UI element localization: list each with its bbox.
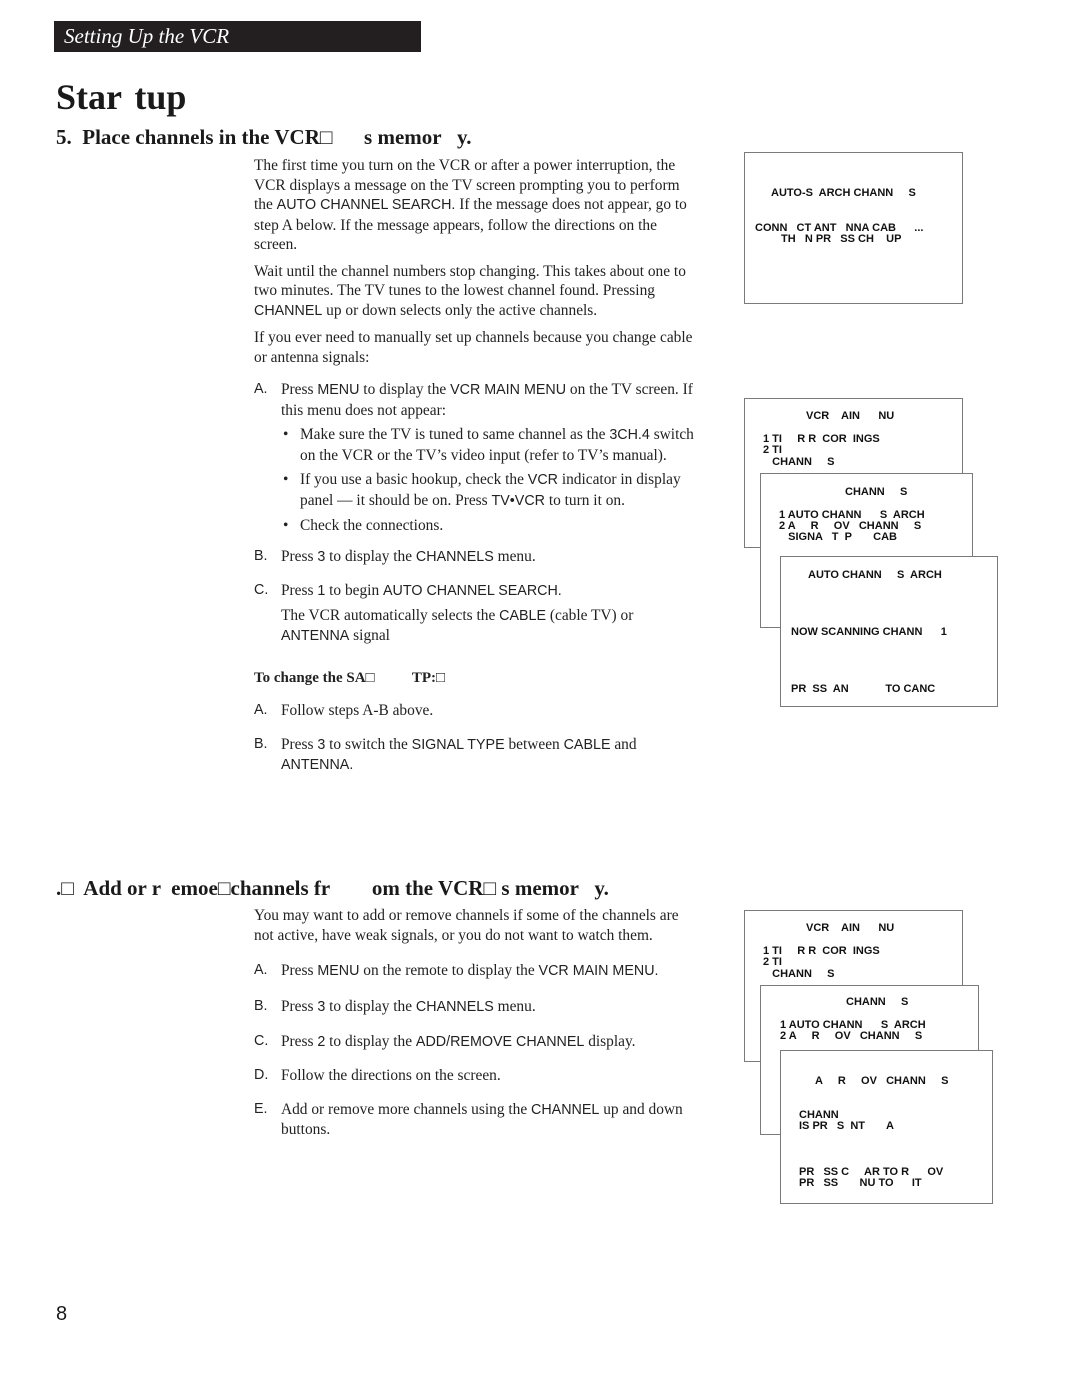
list-item: Make sure the TV is tuned to same channe…: [281, 425, 694, 465]
page-title: Star tup: [56, 77, 187, 117]
step6-heading: .□ Add or r emoe□channels fr om the VCR□…: [56, 876, 609, 900]
step-c: C. Press 1 to begin AUTO CHANNEL SEARCH.…: [254, 581, 694, 647]
step-c: C. Press 2 to display the ADD/REMOVE CHA…: [254, 1032, 636, 1050]
paragraph: If you ever need to manually set up chan…: [254, 329, 693, 366]
tv-screen-add-remove-channels: A R OV CHANN S CHANN IS PR S NT A PR SS …: [780, 1050, 993, 1204]
paragraph: The first time you turn on the VCR or af…: [254, 157, 687, 253]
tv-screen-auto-search-prompt: AUTO-S ARCH CHANN S CONN CT ANT NNA CAB …: [744, 152, 963, 304]
paragraph: You may want to add or remove channels i…: [254, 907, 679, 944]
tv-screen-auto-channel-search: AUTO CHANN S ARCH NOW SCANNING CHANN 1 P…: [780, 556, 998, 707]
step5-heading: 5. Place channels in the VCR□ s memor y.: [56, 125, 472, 149]
step-e: E. Add or remove more channels using the…: [254, 1100, 683, 1139]
step-c-note: The VCR automatically selects the CABLE …: [281, 606, 634, 645]
troubleshoot-list: Make sure the TV is tuned to same channe…: [281, 425, 694, 536]
signal-step-a: A. Follow steps A-B above.: [254, 702, 434, 719]
page-number: 8: [56, 1303, 68, 1325]
step5-body: The first time you turn on the VCR or af…: [254, 156, 694, 776]
step-a: A. Press MENU on the remote to display t…: [254, 962, 659, 979]
step-b: B. Press 3 to display the CHANNELS menu.: [254, 547, 536, 565]
step-a: A. Press MENU to display the VCR MAIN ME…: [254, 380, 694, 536]
signal-type-subheading: To change the SA□ TP:□: [254, 669, 446, 686]
step6-body: You may want to add or remove channels i…: [254, 906, 694, 1140]
signal-step-b: B. Press 3 to switch the SIGNAL TYPE bet…: [254, 735, 637, 774]
paragraph: Wait until the channel numbers stop chan…: [254, 262, 686, 319]
list-item: Check the connections.: [281, 516, 694, 536]
step-d: D. Follow the directions on the screen.: [254, 1067, 501, 1084]
step-b: B. Press 3 to display the CHANNELS menu.: [254, 998, 536, 1015]
list-item: If you use a basic hookup, check the VCR…: [281, 470, 694, 511]
section-banner: Setting Up the VCR: [54, 21, 421, 52]
